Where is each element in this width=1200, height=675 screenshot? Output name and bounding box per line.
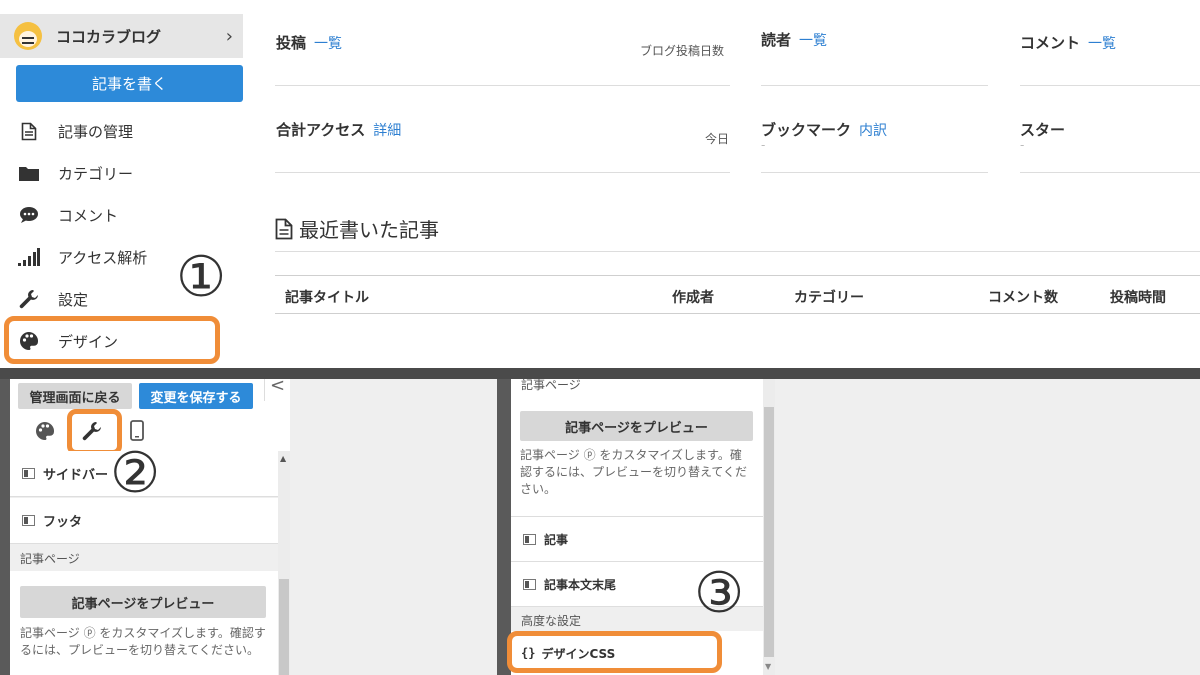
design-settings-panel-left: 管理画面に戻る 変更を保存する < サイドバー フッタ ② 記事ページ 記事ペー… [0, 379, 497, 675]
article-page-section-label: 記事ページ [20, 552, 80, 566]
highlight-design-css-frame [507, 631, 722, 673]
back-to-admin-button[interactable]: 管理画面に戻る [18, 383, 132, 409]
list-item-label: サイドバー [43, 468, 109, 483]
sidebar-item-label: 記事の管理 [58, 122, 134, 141]
panel-edge [0, 379, 10, 675]
scroll-up-arrow-icon[interactable]: ▲ [280, 454, 286, 463]
divider-line [275, 275, 1200, 276]
list-item-article[interactable]: 記事 [511, 517, 763, 562]
stat-readers-title: 読者 [761, 31, 792, 49]
access-today-label: 今日 [705, 132, 730, 146]
divider-line [275, 251, 1200, 252]
scrollbar-thumb[interactable] [764, 407, 774, 657]
preview-area [290, 379, 497, 675]
folder-icon [18, 162, 40, 184]
article-page-help-text: 記事ページ ⓟ をカスタマイズします。確認するには、プレビューを切り替えてくださ… [20, 626, 266, 657]
table-header-post-time[interactable]: 投稿時間 [1110, 287, 1166, 307]
table-header-title[interactable]: 記事タイトル [285, 287, 369, 307]
posts-days-label: ブログ投稿日数 [640, 44, 725, 58]
layout-icon [523, 533, 536, 545]
posts-list-link[interactable]: 一覧 [314, 36, 342, 52]
stat-star: スター [1020, 119, 1065, 140]
comments-list-link[interactable]: 一覧 [1088, 36, 1116, 52]
stat-star-title: スター [1020, 121, 1066, 139]
table-header-comment-count[interactable]: コメント数 [988, 287, 1058, 307]
divider-line [275, 85, 730, 86]
divider-line [1020, 85, 1200, 86]
divider-line [761, 172, 988, 173]
blog-switcher[interactable]: ココカラブログ › [0, 14, 243, 58]
save-changes-button[interactable]: 変更を保存する [139, 383, 253, 409]
screenshot-divider [0, 368, 1200, 379]
advanced-settings-label: 高度な設定 [521, 614, 582, 628]
wrench-icon [18, 288, 40, 310]
stat-bookmark-title: ブックマーク [761, 121, 852, 139]
stat-posts-title: 投稿 [276, 34, 307, 52]
readers-list-link[interactable]: 一覧 [799, 33, 827, 49]
layout-icon [523, 578, 536, 590]
palette-icon[interactable] [35, 421, 55, 445]
layout-icon [22, 515, 35, 526]
stat-comments-title: コメント [1020, 34, 1081, 52]
list-item-label: 記事本文末尾 [544, 577, 617, 592]
recent-articles-label: 最近書いた記事 [299, 218, 439, 242]
access-detail-link[interactable]: 詳細 [373, 123, 401, 139]
bookmark-breakdown-link[interactable]: 内訳 [859, 123, 887, 139]
layout-icon [22, 468, 35, 479]
table-header-category[interactable]: カテゴリー [794, 287, 864, 307]
article-preview-button[interactable]: 記事ページをプレビュー [520, 411, 753, 441]
sidebar-item-comment[interactable]: コメント [18, 200, 218, 230]
stat-total-access: 合計アクセス 詳細 [276, 119, 401, 140]
stat-access-title: 合計アクセス [276, 121, 366, 139]
sidebar-item-label: 設定 [58, 290, 89, 309]
document-icon [18, 120, 40, 142]
panel-edge [497, 379, 511, 675]
design-settings-panel-right: 記事ページ 記事ページをプレビュー 記事ページ ⓟ をカスタマイズします。確認す… [497, 379, 1200, 675]
blog-name: ココカラブログ [56, 27, 162, 46]
divider-line [275, 172, 730, 173]
divider-line [1020, 172, 1200, 173]
stat-posts: 投稿 一覧 [276, 32, 342, 53]
blog-avatar [14, 22, 42, 50]
scrollbar-thumb[interactable] [279, 579, 289, 675]
recent-articles-title: 最近書いた記事 [275, 214, 439, 243]
list-item-label: 記事 [544, 532, 569, 547]
document-icon [275, 218, 293, 240]
bookmark-value: - [761, 138, 766, 152]
stat-readers: 読者 一覧 [761, 29, 827, 50]
article-page-section-label: 記事ページ [521, 379, 581, 392]
article-preview-button[interactable]: 記事ページをプレビュー [20, 586, 266, 618]
collapse-panel-button[interactable]: < [264, 379, 290, 401]
highlight-design-frame [4, 316, 220, 364]
stat-bookmark: ブックマーク 内訳 [761, 119, 887, 140]
signal-bars-icon [18, 246, 40, 268]
write-article-button[interactable]: 記事を書く [16, 65, 243, 102]
sidebar-item-label: カテゴリー [58, 164, 134, 183]
divider-line [761, 85, 988, 86]
annotation-number-1: ① [176, 245, 227, 310]
sidebar-item-label: アクセス解析 [58, 248, 148, 267]
divider-line [275, 313, 1200, 314]
annotation-number-3: ③ [694, 561, 745, 626]
article-page-help-text: 記事ページ ⓟ をカスタマイズします。確認するには、プレビューを切り替えてくださ… [520, 448, 748, 496]
comment-icon [18, 204, 40, 226]
list-item-label: フッタ [43, 515, 83, 530]
sidebar-item-label: コメント [58, 206, 119, 225]
sidebar-item-articles[interactable]: 記事の管理 [18, 116, 218, 146]
table-header-author[interactable]: 作成者 [672, 287, 714, 307]
scroll-down-arrow-icon[interactable]: ▼ [765, 662, 771, 671]
annotation-number-2: ② [110, 441, 161, 506]
sidebar-item-category[interactable]: カテゴリー [18, 158, 218, 188]
stat-comments: コメント 一覧 [1020, 32, 1116, 53]
star-value: - [1020, 138, 1025, 152]
admin-dashboard: ココカラブログ › 記事を書く 記事の管理 カテゴリー コメント アクセス解析 … [0, 0, 1200, 368]
chevron-right-icon: › [225, 25, 233, 47]
